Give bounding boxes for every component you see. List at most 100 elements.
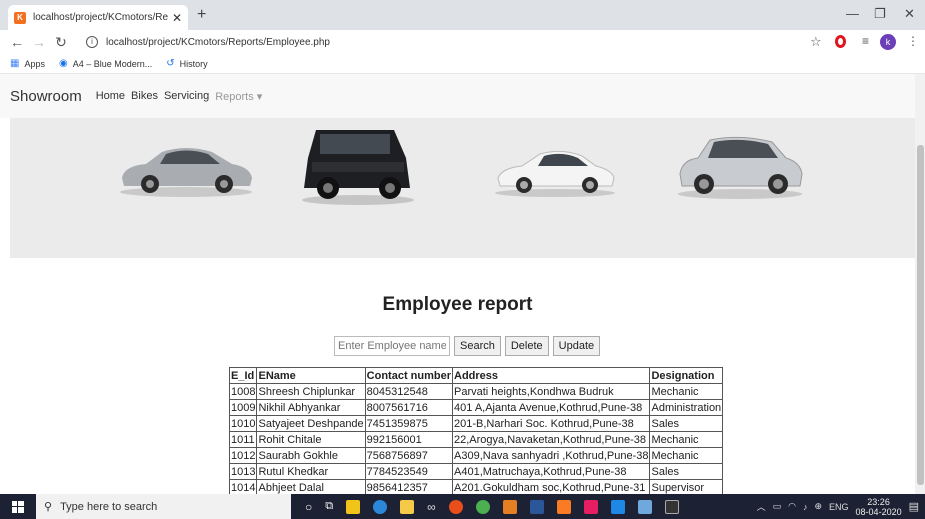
browser-tab[interactable]: K localhost/project/KCmotors/Rep ✕ [8, 5, 188, 30]
taskbar-pinned-apps: ○ ⧉ ∞ [305, 499, 679, 514]
bookmark-apps[interactable]: ▦ Apps [10, 58, 45, 69]
report-title: Employee report [382, 294, 533, 315]
cell-address: Parvati heights,Kondhwa Budruk [452, 383, 651, 400]
new-tab-icon[interactable]: + [197, 6, 206, 24]
volume-icon[interactable]: ♪ [803, 502, 808, 512]
cell-ename: Satyajeet Deshpande [256, 415, 366, 432]
column-header: Contact number [364, 367, 454, 384]
globe-icon[interactable]: ⊕ [814, 501, 822, 512]
edge-icon[interactable] [373, 499, 388, 514]
browser-menu-icon[interactable]: ⋮ [907, 34, 919, 48]
profile-avatar[interactable]: k [880, 34, 896, 50]
nav-link-servicing[interactable]: Servicing [164, 90, 209, 102]
table-header-row: E_Id EName Contact number Address Design… [228, 367, 724, 384]
cell-designation: Sales [649, 463, 724, 480]
photos-icon[interactable] [637, 499, 652, 514]
delete-button[interactable]: Delete [504, 336, 549, 356]
cell-eid: 1013 [228, 463, 258, 480]
car-suv-silver-image [678, 136, 803, 199]
forward-icon[interactable]: → [28, 34, 50, 50]
apps-grid-icon: ▦ [10, 58, 20, 69]
cell-address: A309,Nava sanhyadri ,Kothrud,Pune-38 [452, 447, 651, 464]
address-bar-row: ← → ↻ i localhost/project/KCmotors/Repor… [0, 30, 925, 54]
back-icon[interactable]: ← [6, 34, 28, 50]
cell-designation: Mechanic [649, 431, 724, 448]
search-button[interactable]: Search [454, 336, 501, 356]
nav-dropdown-label: Reports [215, 90, 254, 103]
search-form: Search Delete Update [334, 336, 601, 356]
cell-ename: Rohit Chitale [256, 431, 366, 448]
hero-banner [10, 118, 915, 258]
app-icon[interactable] [448, 499, 463, 514]
cell-eid: 1010 [228, 415, 258, 432]
table-row: 1010 Satyajeet Deshpande 7451359875 201-… [228, 415, 724, 432]
language-indicator[interactable]: ENG [829, 502, 849, 512]
table-row: 1013 Rutul Khedkar 7784523549 A401,Matru… [228, 463, 724, 480]
cell-address: 22,Arogya,Navaketan,Kothrud,Pune-38 [452, 431, 651, 448]
scrollbar-thumb[interactable] [917, 145, 924, 485]
taskbar-search-box[interactable]: ⚲ Type here to search [36, 494, 291, 519]
cell-contact: 8045312548 [364, 383, 454, 400]
windows-start-icon[interactable] [0, 494, 36, 519]
bookmark-a4-blue-modern[interactable]: ◉ A4 – Blue Modern... [59, 58, 152, 69]
cell-address: A401,Matruchaya,Kothrud,Pune-38 [452, 463, 651, 480]
link-icon[interactable]: ∞ [427, 500, 436, 514]
cell-eid: 1011 [228, 431, 258, 448]
table-row: 1011 Rohit Chitale 992156001 22,Arogya,N… [228, 431, 724, 448]
clock[interactable]: 23:26 08-04-2020 [856, 497, 902, 517]
cell-contact: 8007561716 [364, 399, 454, 416]
nav-link-bikes[interactable]: Bikes [131, 90, 158, 102]
vscode-icon[interactable] [610, 499, 625, 514]
cell-address: 201-B,Narhari Soc. Kothrud,Pune-38 [452, 415, 651, 432]
chrome-icon[interactable] [475, 499, 490, 514]
cell-designation: Sales [649, 415, 724, 432]
site-navbar: Showroom Home Bikes Servicing Reports ▾ [0, 74, 915, 118]
page-content: Showroom Home Bikes Servicing Reports ▾ [0, 74, 915, 494]
system-tray: ︿ ▭ ◠ ♪ ⊕ ENG 23:26 08-04-2020 ▤ [757, 494, 919, 519]
xampp-icon[interactable] [556, 499, 571, 514]
bookmarks-bar: ▦ Apps ◉ A4 – Blue Modern... ↺ History [0, 54, 925, 74]
cell-contact: 7451359875 [364, 415, 454, 432]
cell-contact: 992156001 [364, 431, 454, 448]
reload-icon[interactable]: ↻ [50, 34, 72, 51]
info-icon[interactable]: i [86, 36, 98, 48]
minimize-icon[interactable]: — [846, 6, 859, 21]
column-header: Designation [649, 367, 724, 384]
nav-dropdown-reports[interactable]: Reports ▾ [215, 90, 262, 103]
opera-extension-icon[interactable] [835, 35, 846, 48]
bookmark-star-icon[interactable]: ☆ [810, 34, 822, 50]
taskbar-search-placeholder: Type here to search [60, 500, 158, 513]
network-icon[interactable]: ◠ [788, 501, 796, 512]
bookmark-history[interactable]: ↺ History [166, 58, 207, 69]
word-icon[interactable] [529, 499, 544, 514]
close-tab-icon[interactable]: ✕ [172, 11, 182, 25]
store-icon[interactable] [346, 499, 361, 514]
cell-eid: 1012 [228, 447, 258, 464]
reading-list-icon[interactable]: ≡ [862, 34, 869, 48]
cortana-icon[interactable]: ○ [305, 500, 312, 514]
url-field[interactable]: i localhost/project/KCmotors/Reports/Emp… [86, 33, 801, 51]
cell-designation: Supervisor [649, 479, 724, 494]
caret-down-icon: ▾ [256, 90, 263, 103]
notification-icon[interactable]: ▤ [909, 500, 919, 513]
nav-link-home[interactable]: Home [96, 90, 125, 102]
employee-table: E_Id EName Contact number Address Design… [228, 367, 724, 494]
task-view-icon[interactable]: ⧉ [325, 500, 333, 513]
bookmark-site-icon: ◉ [58, 58, 68, 69]
sublime-icon[interactable] [502, 499, 517, 514]
clock-date: 08-04-2020 [855, 506, 902, 517]
restore-icon[interactable]: ❐ [874, 6, 886, 22]
tab-title: localhost/project/KCmotors/Rep [33, 12, 168, 23]
terminal-icon[interactable] [664, 499, 679, 514]
table-row: 1012 Saurabh Gokhle 7568756897 A309,Nava… [228, 447, 724, 464]
update-button[interactable]: Update [552, 336, 601, 356]
navbar-brand[interactable]: Showroom [10, 88, 82, 105]
file-explorer-icon[interactable] [400, 499, 415, 514]
cell-contact: 7784523549 [364, 463, 454, 480]
cell-address: A201.Gokuldham soc,Kothrud,Pune-31 [452, 479, 651, 494]
battery-icon[interactable]: ▭ [773, 501, 782, 512]
close-window-icon[interactable]: ✕ [904, 6, 915, 22]
app-lightning-icon[interactable] [583, 499, 598, 514]
chevron-up-icon[interactable]: ︿ [757, 500, 766, 513]
employee-name-input[interactable] [334, 336, 450, 356]
